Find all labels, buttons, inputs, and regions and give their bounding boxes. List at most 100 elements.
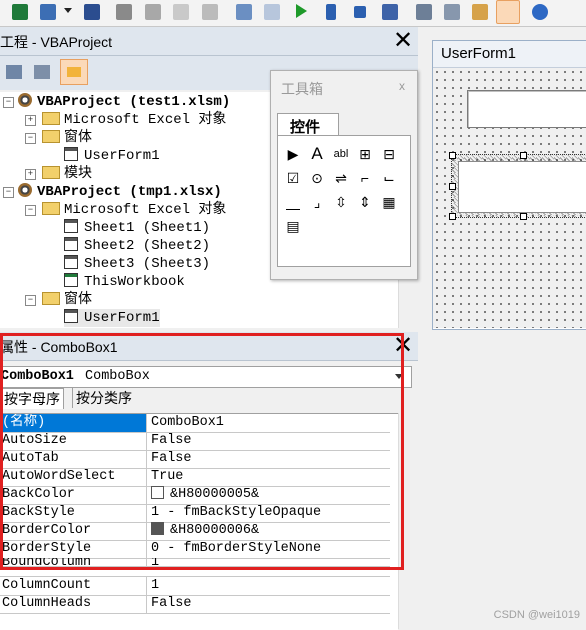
userform-window[interactable]: UserForm1 bbox=[432, 40, 586, 330]
property-value[interactable]: &H80000006& bbox=[151, 521, 259, 540]
tab-alphabetic[interactable]: 按字母序 bbox=[0, 388, 64, 409]
properties-panel-close-icon[interactable]: ✕ bbox=[392, 334, 414, 358]
properties-icon[interactable] bbox=[444, 4, 460, 20]
tree-item-forms[interactable]: 窗体 bbox=[42, 129, 92, 147]
property-row-name[interactable]: (名称) ComboBox1 bbox=[0, 414, 390, 433]
tree-item-thisworkbook[interactable]: ThisWorkbook bbox=[64, 273, 185, 291]
frame-tool-icon[interactable]: ⌐ bbox=[355, 168, 375, 188]
project-panel-close-icon[interactable]: ✕ bbox=[392, 29, 414, 53]
property-value[interactable]: ComboBox1 bbox=[151, 414, 224, 432]
userform-canvas[interactable] bbox=[433, 68, 586, 328]
tree-item-excel-objects[interactable]: Microsoft Excel 对象 bbox=[42, 111, 226, 129]
tab-categorized[interactable]: 按分类序 bbox=[72, 388, 135, 408]
break-icon[interactable] bbox=[326, 4, 336, 20]
property-row-columncount[interactable]: ColumnCount 1 bbox=[0, 576, 390, 596]
property-row-autotab[interactable]: AutoTab False bbox=[0, 450, 390, 469]
scrollbar-tool-icon[interactable]: ⇳ bbox=[331, 192, 351, 212]
property-value[interactable]: &H80000005& bbox=[151, 485, 259, 504]
redo-icon[interactable] bbox=[264, 4, 280, 20]
tree-item-modules[interactable]: 模块 bbox=[42, 165, 92, 183]
property-row-autowordselect[interactable]: AutoWordSelect True bbox=[0, 468, 390, 487]
togglebutton-tool-icon[interactable]: ⇌ bbox=[331, 168, 351, 188]
textbox-control[interactable] bbox=[467, 90, 586, 128]
listbox-tool-icon[interactable]: ⊟ bbox=[379, 144, 399, 164]
property-value[interactable]: 0 - fmBorderStyleNone bbox=[151, 540, 321, 558]
copy-icon[interactable] bbox=[145, 4, 161, 20]
combobox-selection-frame[interactable] bbox=[449, 152, 586, 220]
property-value[interactable]: False bbox=[151, 595, 192, 613]
tree-item-userform1-selected[interactable]: UserForm1 bbox=[64, 309, 160, 327]
view-object-icon[interactable] bbox=[34, 65, 50, 79]
property-grid-scrollbar[interactable] bbox=[398, 413, 413, 629]
property-value[interactable]: 1 - fmBackStyleOpaque bbox=[151, 504, 321, 522]
resize-handle[interactable] bbox=[449, 213, 456, 220]
tree-item-userform1[interactable]: UserForm1 bbox=[64, 147, 160, 165]
run-icon[interactable] bbox=[296, 4, 307, 18]
property-row-columnheads[interactable]: ColumnHeads False bbox=[0, 595, 390, 614]
commandbutton-tool-icon[interactable]: ⌙ bbox=[379, 168, 399, 188]
combobox-tool-icon[interactable]: ⊞ bbox=[355, 144, 375, 164]
toolbox-tab[interactable]: 控件 bbox=[277, 113, 339, 136]
resize-handle[interactable] bbox=[449, 152, 456, 159]
excel-icon[interactable] bbox=[12, 4, 28, 20]
project-explorer-icon[interactable] bbox=[416, 4, 432, 20]
cut-icon[interactable] bbox=[116, 4, 132, 20]
image-tool-icon[interactable]: ▦ bbox=[379, 192, 399, 212]
refedit-tool-icon[interactable]: ▤ bbox=[283, 216, 303, 236]
expand-toggle-icon[interactable]: + bbox=[25, 169, 36, 180]
tree-item-sheet3[interactable]: Sheet3 (Sheet3) bbox=[64, 255, 210, 273]
property-row-bordercolor[interactable]: BorderColor &H80000006& bbox=[0, 521, 390, 541]
dropdown-arrow-icon[interactable] bbox=[64, 8, 72, 13]
tree-item-forms[interactable]: 窗体 bbox=[42, 291, 92, 309]
property-row-borderstyle[interactable]: BorderStyle 0 - fmBorderStyleNone bbox=[0, 540, 390, 559]
tree-item-project-tmp1[interactable]: VBAProject (tmp1.xlsx) bbox=[18, 183, 222, 201]
help-icon[interactable] bbox=[532, 4, 548, 20]
select-pointer-icon[interactable]: ▶ bbox=[283, 144, 303, 164]
multipage-tool-icon[interactable]: ⌟ bbox=[307, 192, 327, 212]
collapse-toggle-icon[interactable]: − bbox=[25, 133, 36, 144]
toolbox-icon[interactable] bbox=[496, 0, 520, 24]
object-browser-icon[interactable] bbox=[472, 4, 488, 20]
object-selector-dropdown[interactable]: ComboBox1 ComboBox bbox=[0, 366, 412, 388]
view-code-icon[interactable] bbox=[6, 65, 22, 79]
collapse-toggle-icon[interactable]: − bbox=[3, 97, 14, 108]
toolbox-close-icon[interactable]: x bbox=[395, 79, 409, 95]
checkbox-tool-icon[interactable]: ☑ bbox=[283, 168, 303, 188]
collapse-toggle-icon[interactable]: − bbox=[25, 205, 36, 216]
resize-handle[interactable] bbox=[520, 152, 527, 159]
find-icon[interactable] bbox=[202, 4, 218, 20]
paste-icon[interactable] bbox=[173, 4, 189, 20]
property-row-autosize[interactable]: AutoSize False bbox=[0, 432, 390, 451]
tree-item-excel-objects[interactable]: Microsoft Excel 对象 bbox=[42, 201, 226, 219]
property-value[interactable]: False bbox=[151, 450, 192, 468]
property-value[interactable]: 1 bbox=[151, 558, 159, 566]
property-value[interactable]: False bbox=[151, 432, 192, 450]
property-row-backcolor[interactable]: BackColor &H80000005& bbox=[0, 485, 390, 505]
resize-handle[interactable] bbox=[449, 183, 456, 190]
property-value[interactable]: 1 bbox=[151, 577, 159, 595]
collapse-toggle-icon[interactable]: − bbox=[3, 187, 14, 198]
tabstrip-tool-icon[interactable]: ⎽ bbox=[283, 192, 303, 212]
tree-item-sheet2[interactable]: Sheet2 (Sheet2) bbox=[64, 237, 210, 255]
property-row-boundcolumn[interactable]: BoundColumn 1 bbox=[0, 558, 390, 567]
label-tool-icon[interactable]: A bbox=[307, 144, 327, 164]
tree-item-sheet1[interactable]: Sheet1 (Sheet1) bbox=[64, 219, 210, 237]
spinbutton-tool-icon[interactable]: ⇕ bbox=[355, 192, 375, 212]
chevron-down-icon[interactable] bbox=[395, 374, 403, 379]
expand-toggle-icon[interactable]: + bbox=[25, 115, 36, 126]
tree-item-project-test1[interactable]: VBAProject (test1.xlsm) bbox=[18, 93, 230, 111]
collapse-toggle-icon[interactable]: − bbox=[25, 295, 36, 306]
property-row-backstyle[interactable]: BackStyle 1 - fmBackStyleOpaque bbox=[0, 504, 390, 523]
resize-handle[interactable] bbox=[520, 213, 527, 220]
insert-userform-icon[interactable] bbox=[40, 4, 56, 20]
optionbutton-tool-icon[interactable]: ⊙ bbox=[307, 168, 327, 188]
save-icon[interactable] bbox=[84, 4, 100, 20]
toggle-folders-icon[interactable] bbox=[60, 59, 88, 85]
textbox-tool-icon[interactable]: abl bbox=[331, 144, 351, 164]
property-value[interactable]: True bbox=[151, 468, 183, 486]
combobox-control[interactable] bbox=[458, 161, 586, 213]
undo-icon[interactable] bbox=[236, 4, 252, 20]
toolbox-window[interactable]: 工具箱 x 控件 ▶ A abl ⊞ ⊟ ☑ ⊙ ⇌ ⌐ ⌙ ⎽ ⌟ ⇳ ⇕ ▦… bbox=[270, 70, 418, 280]
reset-icon[interactable] bbox=[354, 6, 366, 18]
design-mode-icon[interactable] bbox=[382, 4, 398, 20]
